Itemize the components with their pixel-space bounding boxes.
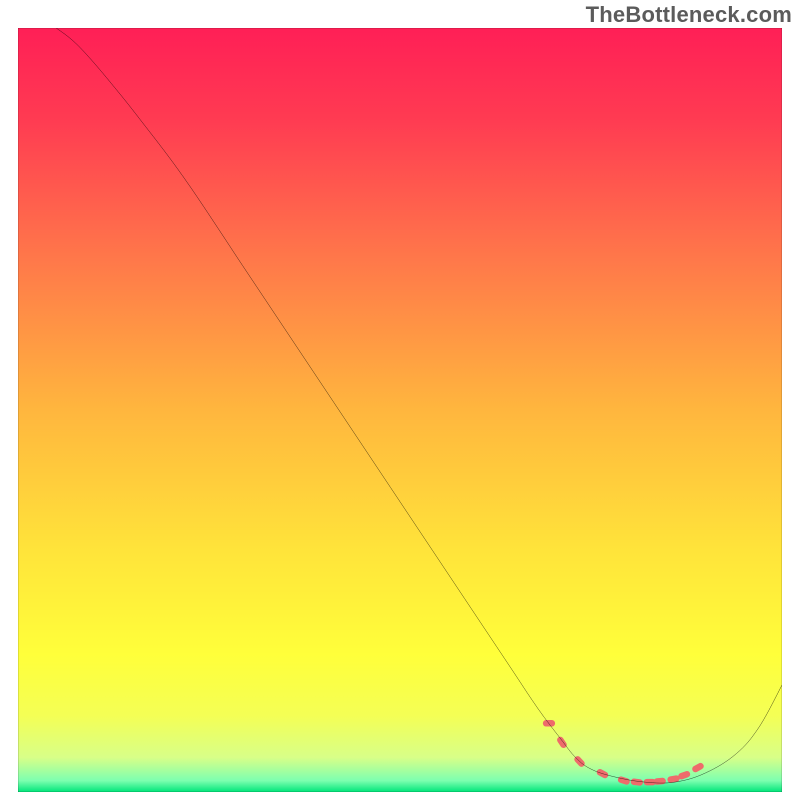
gradient-background <box>18 28 782 792</box>
marker-dot <box>543 720 555 726</box>
watermark-text: TheBottleneck.com <box>586 2 792 28</box>
chart-stage: TheBottleneck.com <box>0 0 800 800</box>
bottleneck-chart <box>18 28 782 792</box>
marker-dot <box>653 778 666 785</box>
